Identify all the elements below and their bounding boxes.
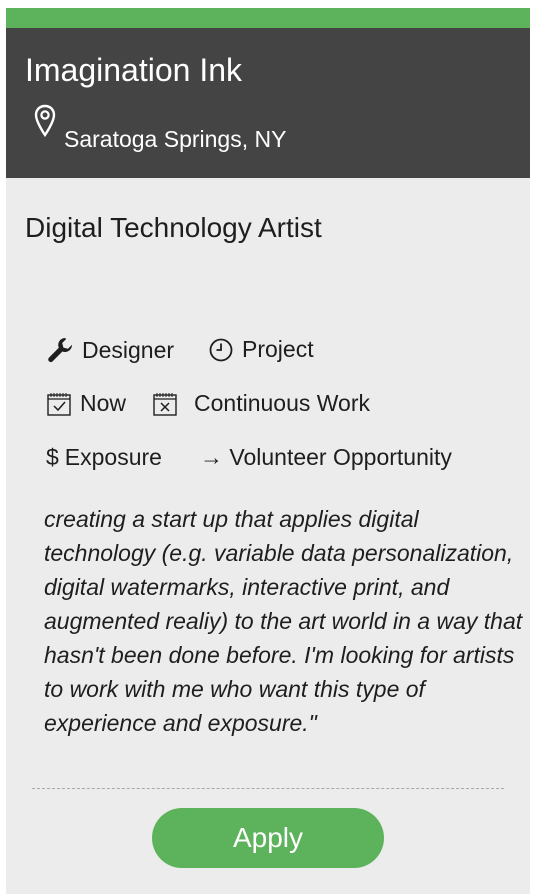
clock-icon: [208, 337, 234, 363]
compensation-label: Exposure: [64, 444, 162, 470]
apply-button[interactable]: Apply: [152, 808, 384, 868]
start-label: Now: [80, 390, 127, 416]
category-label: → Volunteer Opportunity: [200, 444, 452, 470]
location-text: Saratoga Springs, NY: [64, 126, 287, 152]
company-header: [6, 28, 530, 178]
calendar-x-icon: [152, 391, 178, 417]
calendar-check-icon: [46, 391, 72, 417]
job-card: Imagination Ink Saratoga Springs, NY Dig…: [6, 8, 530, 894]
map-pin-icon: [34, 104, 56, 138]
start-meta: Now: [46, 390, 126, 417]
divider: [32, 788, 504, 789]
type-meta: Project: [208, 336, 314, 363]
role-label: Designer: [82, 336, 175, 363]
role-meta: Designer: [46, 336, 174, 364]
category-meta: → Volunteer Opportunity: [200, 444, 452, 471]
company-name: Imagination Ink: [25, 52, 243, 88]
duration-label: Continuous Work: [194, 390, 370, 416]
job-description: creating a start up that applies digital…: [44, 506, 523, 736]
job-title: Digital Technology Artist: [25, 212, 322, 243]
type-label: Project: [242, 336, 314, 362]
accent-bar: [6, 8, 530, 28]
duration-meta: Continuous Work: [152, 390, 370, 417]
dollar-icon: $: [46, 444, 59, 470]
compensation-meta: $ Exposure: [46, 444, 162, 471]
wrench-icon: [46, 336, 74, 364]
